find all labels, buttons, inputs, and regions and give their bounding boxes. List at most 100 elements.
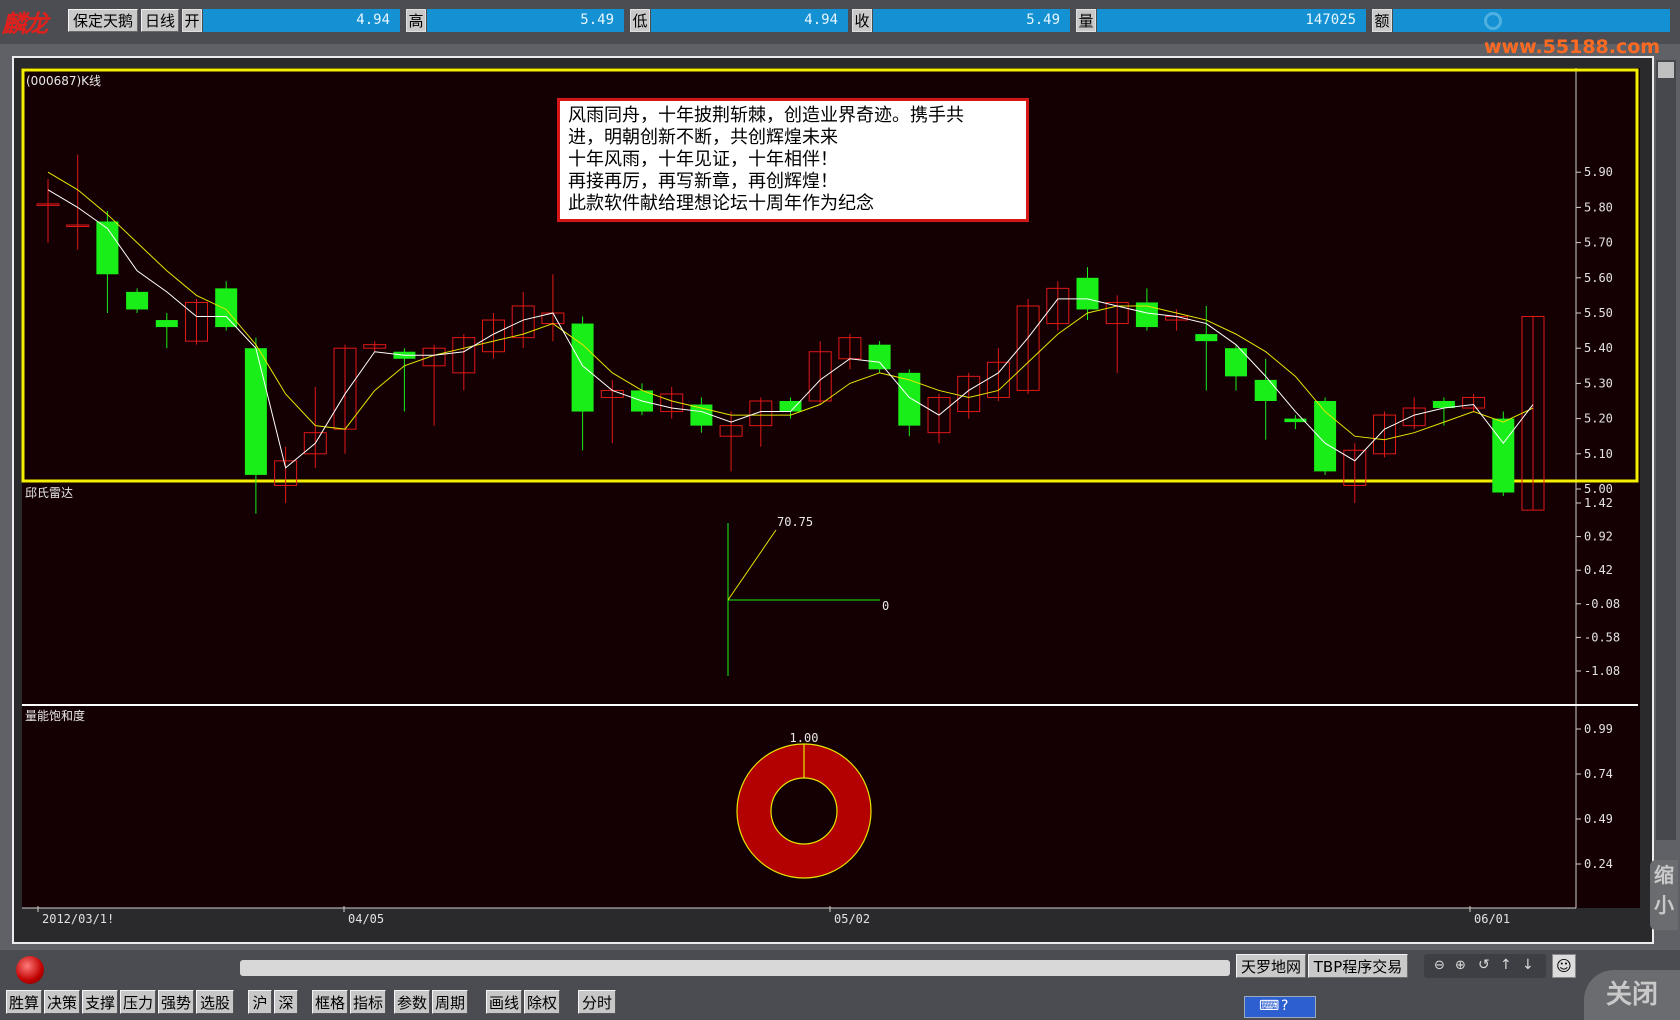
x-tick-label: 04/05: [348, 912, 384, 926]
radar-tick-label: -1.08: [1584, 664, 1620, 678]
avatar-icon[interactable]: ☺: [1552, 954, 1576, 978]
bottom-button[interactable]: 深: [274, 990, 298, 1014]
radar-tick-label: 0.42: [1584, 563, 1613, 577]
tianluo-button[interactable]: 天罗地网: [1236, 954, 1306, 978]
help-icon[interactable]: ?: [1281, 998, 1288, 1014]
x-tick-label: 05/02: [834, 912, 870, 926]
notice-line-1: 风雨同舟，十年披荆斩棘，创造业界奇迹。携手共: [568, 105, 964, 126]
anniversary-notice: 风雨同舟，十年披荆斩棘，创造业界奇迹。携手共 进，明朝创新不断，共创辉煌未来 十…: [557, 98, 1029, 222]
price-tick-label: 5.00: [1584, 482, 1613, 496]
bottom-button[interactable]: 胜算: [6, 990, 42, 1014]
candle-body-down: [1195, 334, 1218, 342]
radar-ticks: 1.42 0.92 0.42 -0.08 -0.58 -1.08: [1576, 496, 1620, 678]
candle: [1076, 267, 1099, 321]
candle: [690, 397, 713, 433]
bottom-button[interactable]: 支撑: [82, 990, 118, 1014]
candle: [452, 334, 476, 391]
candle: [1284, 415, 1307, 430]
radar-title: 邱氏雷达: [25, 486, 74, 500]
radar-tick-label: -0.58: [1584, 630, 1620, 644]
input-method-bar: ⌨ ?: [1244, 996, 1316, 1018]
arrow-up-icon[interactable]: ↑: [1500, 957, 1512, 973]
bottom-button[interactable]: 参数: [394, 990, 430, 1014]
tbp-trade-button[interactable]: TBP程序交易: [1308, 954, 1408, 978]
candle: [185, 298, 208, 345]
price-tick-label: 5.50: [1584, 306, 1613, 320]
price-tick-label: 5.30: [1584, 376, 1613, 390]
candle-body-down: [155, 320, 178, 328]
price-tick-label: 5.20: [1584, 412, 1613, 426]
candle: [927, 393, 951, 444]
x-tick-label: 06/01: [1474, 912, 1510, 926]
bottom-button[interactable]: 沪: [248, 990, 272, 1014]
candle-body-down: [1254, 379, 1277, 401]
status-light-icon: [16, 956, 44, 984]
radar-zero-label: 0: [882, 599, 889, 613]
candle: [541, 274, 565, 342]
candle: [1432, 397, 1455, 426]
candle-body-down: [215, 288, 238, 328]
energy-tick-label: 0.49: [1584, 812, 1613, 826]
bottom-button[interactable]: 压力: [120, 990, 156, 1014]
bottom-button[interactable]: 除权: [524, 990, 560, 1014]
bottom-button[interactable]: 指标: [350, 990, 386, 1014]
bottom-button[interactable]: 周期: [432, 990, 468, 1014]
bottom-button[interactable]: 选股: [196, 990, 234, 1014]
candle-body-down: [868, 344, 891, 370]
candle: [303, 386, 327, 468]
candle: [96, 210, 119, 313]
candle: [719, 411, 743, 472]
zoom-in-icon[interactable]: ⊕: [1455, 958, 1466, 973]
ma-white-line: [47, 189, 1534, 469]
candle: [986, 348, 1010, 401]
radar-value-label: 70.75: [777, 515, 813, 529]
close-button[interactable]: 关闭: [1584, 970, 1680, 1020]
candle: [482, 313, 505, 359]
energy-tick-label: 0.74: [1584, 767, 1613, 781]
notice-line-3: 十年风雨，十年见证，十年相伴！: [568, 149, 838, 170]
horizontal-scrollbar[interactable]: [240, 960, 1230, 976]
candle: [1373, 411, 1396, 458]
radar-tick-label: -0.08: [1584, 597, 1620, 611]
zoom-out-icon[interactable]: ⊖: [1434, 958, 1445, 973]
bottom-button[interactable]: 决策: [44, 990, 80, 1014]
candle: [808, 341, 832, 405]
radar-tick-label: 0.92: [1584, 530, 1613, 544]
price-tick-label: 5.10: [1584, 447, 1613, 461]
keyboard-icon[interactable]: ⌨: [1259, 998, 1279, 1014]
candle: [36, 179, 60, 243]
candle: [422, 344, 446, 426]
candle: [66, 154, 90, 250]
candle: [126, 288, 149, 313]
candle: [749, 397, 773, 447]
candle: [393, 348, 416, 412]
candle: [571, 316, 594, 451]
energy-ring-inner-edge: [770, 777, 838, 845]
bottom-button[interactable]: 分时: [578, 990, 616, 1014]
candle-body-down: [1076, 277, 1099, 310]
candle-body-down: [244, 348, 267, 475]
arrow-down-icon[interactable]: ↓: [1522, 957, 1534, 973]
candle: [1225, 344, 1247, 391]
energy-value-label: 1.00: [790, 731, 819, 745]
bottom-button[interactable]: 画线: [486, 990, 522, 1014]
price-ticks: 5.90 5.80 5.70 5.60 5.50 5.40 5.30 5.20 5.10 5.00: [1576, 165, 1613, 496]
scroll-up-arrow[interactable]: [1658, 62, 1674, 78]
energy-tick-label: 0.24: [1584, 857, 1613, 871]
bottom-button[interactable]: 框格: [312, 990, 348, 1014]
energy-tick-label: 0.99: [1584, 722, 1613, 736]
candle: [898, 369, 921, 437]
refresh-icon[interactable]: ↺: [1478, 957, 1490, 973]
vertical-scrollbar[interactable]: [1656, 60, 1676, 840]
candle-body-down: [571, 323, 594, 412]
shrink-button[interactable]: 缩小: [1650, 860, 1678, 930]
candle-body-down: [1492, 418, 1515, 493]
bottom-button[interactable]: 强势: [158, 990, 194, 1014]
energy-ticks: 0.99 0.74 0.49 0.24: [1576, 722, 1613, 871]
candle-body-down: [96, 221, 119, 275]
x-axis-labels: 2012/03/1! 04/05 05/02 06/01: [37, 906, 1510, 926]
candle: [244, 337, 267, 514]
candle: [1105, 295, 1129, 373]
candle: [1254, 358, 1277, 440]
kline-title: (000687)K线: [26, 74, 102, 88]
